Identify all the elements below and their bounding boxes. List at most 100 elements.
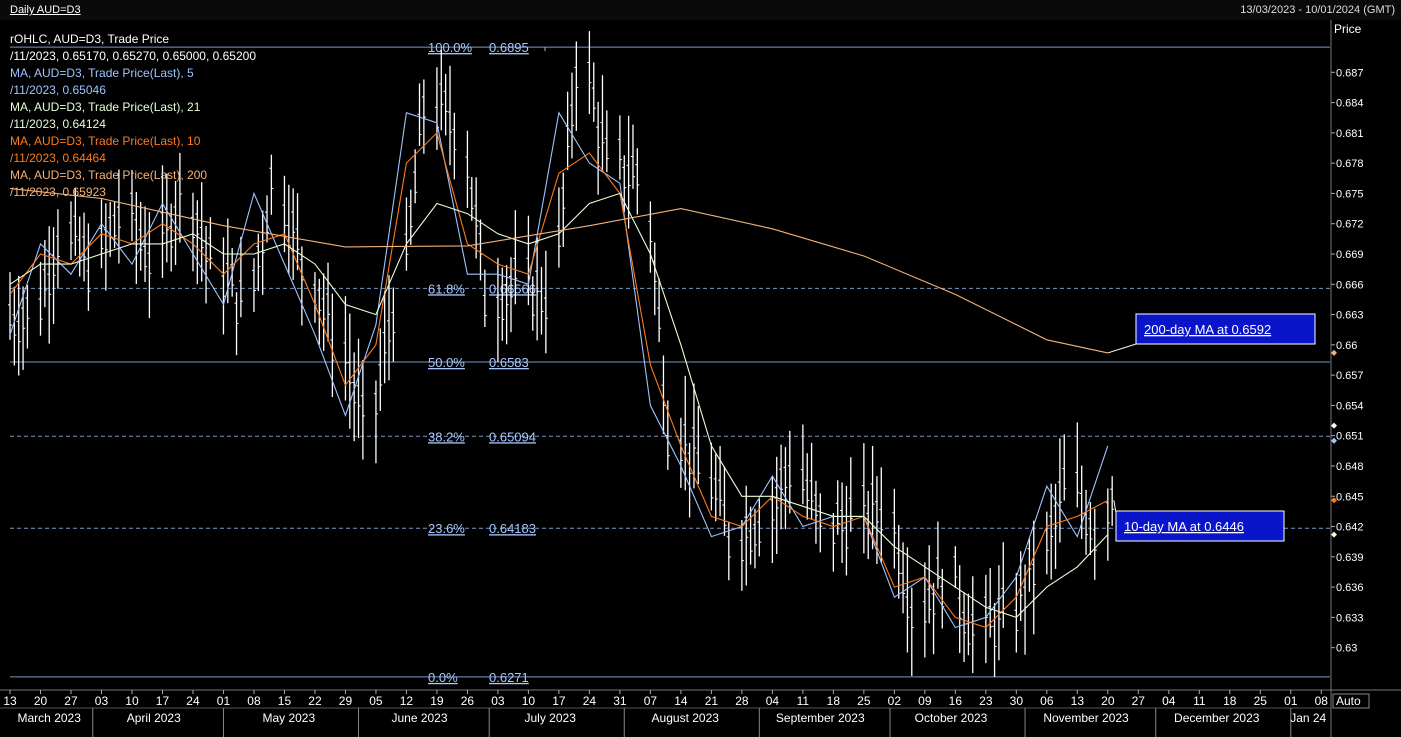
- fib-value-label[interactable]: 0.6271: [489, 670, 529, 685]
- x-tick-label: 01: [217, 694, 231, 708]
- y-tick-label: 0.63: [1336, 643, 1357, 655]
- ma200-callout-text[interactable]: 200-day MA at 0.6592: [1144, 322, 1271, 337]
- y-tick-label: 0.66: [1336, 340, 1357, 352]
- x-tick-label: 08: [1315, 694, 1329, 708]
- y-tick-label: 0.648: [1336, 461, 1364, 473]
- y-tick-label: 0.642: [1336, 522, 1364, 534]
- fib-value-label[interactable]: 0.6583: [489, 355, 529, 370]
- month-label: May 2023: [262, 711, 315, 725]
- fib-value-label[interactable]: 0.6895: [489, 40, 529, 55]
- x-tick-label: 07: [644, 694, 658, 708]
- x-tick-label: 20: [1101, 694, 1115, 708]
- x-tick-label: 27: [1132, 694, 1146, 708]
- month-label: August 2023: [652, 711, 720, 725]
- legend-line[interactable]: /11/2023, 0.64124: [10, 117, 106, 131]
- month-label: July 2023: [525, 711, 577, 725]
- legend-line[interactable]: /11/2023, 0.64464: [10, 151, 106, 165]
- month-label: April 2023: [127, 711, 181, 725]
- x-tick-label: 10: [522, 694, 536, 708]
- x-tick-label: 05: [369, 694, 383, 708]
- x-tick-label: 01: [1284, 694, 1298, 708]
- x-tick-label: 08: [247, 694, 261, 708]
- x-tick-label: 25: [857, 694, 871, 708]
- chart-header: Daily AUD=D3 13/03/2023 - 10/01/2024 (GM…: [0, 0, 1401, 21]
- x-tick-label: 12: [400, 694, 414, 708]
- legend-line[interactable]: MA, AUD=D3, Trade Price(Last), 10: [10, 134, 201, 148]
- x-tick-label: 13: [1071, 694, 1085, 708]
- legend-line[interactable]: MA, AUD=D3, Trade Price(Last), 5: [10, 66, 194, 80]
- y-tick-label: 0.678: [1336, 158, 1364, 170]
- price-chart[interactable]: PriceAuto 100.0% 0.689561.8% 0.6656650.0% 0…: [0, 20, 1401, 737]
- x-tick-label: 02: [888, 694, 902, 708]
- legend-line[interactable]: MA, AUD=D3, Trade Price(Last), 200: [10, 168, 207, 182]
- x-tick-label: 14: [674, 694, 688, 708]
- legend-line[interactable]: /11/2023, 0.65170, 0.65270, 0.65000, 0.6…: [10, 49, 256, 63]
- month-label: March 2023: [18, 711, 82, 725]
- x-tick-label: 18: [827, 694, 841, 708]
- chart-title[interactable]: Daily AUD=D3: [10, 4, 81, 16]
- month-label: Jan 24: [1290, 711, 1326, 725]
- y-tick-label: 0.669: [1336, 249, 1364, 261]
- price-axis-title: Price: [1334, 22, 1362, 36]
- x-tick-label: 03: [95, 694, 109, 708]
- y-tick-label: 0.639: [1336, 552, 1364, 564]
- x-tick-label: 27: [64, 694, 78, 708]
- x-tick-label: 18: [1223, 694, 1237, 708]
- x-tick-label: 17: [552, 694, 566, 708]
- fib-value-label[interactable]: 0.64183: [489, 521, 536, 536]
- x-tick-label: 09: [918, 694, 932, 708]
- x-tick-label: 19: [430, 694, 444, 708]
- x-tick-label: 23: [979, 694, 993, 708]
- x-tick-label: 10: [125, 694, 139, 708]
- legend-line[interactable]: /11/2023, 0.65046: [10, 83, 106, 97]
- y-tick-label: 0.672: [1336, 219, 1364, 231]
- x-tick-label: 21: [705, 694, 719, 708]
- legend-line[interactable]: rOHLC, AUD=D3, Trade Price: [10, 32, 169, 46]
- x-tick-label: 30: [1010, 694, 1024, 708]
- x-tick-label: 24: [186, 694, 200, 708]
- y-tick-label: 0.654: [1336, 400, 1364, 412]
- month-label: September 2023: [776, 711, 865, 725]
- fib-pct-label[interactable]: 0.0%: [428, 670, 458, 685]
- fib-pct-label[interactable]: 50.0%: [428, 355, 465, 370]
- x-tick-label: 25: [1254, 694, 1268, 708]
- y-tick-label: 0.651: [1336, 431, 1364, 443]
- ma10-callout-text[interactable]: 10-day MA at 0.6446: [1124, 519, 1244, 534]
- x-tick-label: 13: [3, 694, 17, 708]
- fib-pct-label[interactable]: 100.0%: [428, 40, 473, 55]
- legend-line[interactable]: MA, AUD=D3, Trade Price(Last), 21: [10, 100, 201, 114]
- y-tick-label: 0.675: [1336, 188, 1364, 200]
- fib-value-label[interactable]: 0.65094: [489, 429, 536, 444]
- x-tick-label: 16: [949, 694, 963, 708]
- fib-pct-label[interactable]: 23.6%: [428, 521, 465, 536]
- y-tick-label: 0.687: [1336, 67, 1364, 79]
- date-range: 13/03/2023 - 10/01/2024 (GMT): [1240, 4, 1395, 16]
- month-label: October 2023: [915, 711, 988, 725]
- x-tick-label: 28: [735, 694, 749, 708]
- x-tick-label: 15: [278, 694, 292, 708]
- y-tick-label: 0.666: [1336, 279, 1364, 291]
- y-tick-label: 0.663: [1336, 310, 1364, 322]
- fib-pct-label[interactable]: 61.8%: [428, 281, 465, 296]
- auto-scale-label[interactable]: Auto: [1336, 694, 1361, 708]
- y-tick-label: 0.633: [1336, 612, 1364, 624]
- y-tick-label: 0.657: [1336, 370, 1364, 382]
- y-tick-label: 0.684: [1336, 98, 1364, 110]
- x-tick-label: 06: [1040, 694, 1054, 708]
- fib-pct-label[interactable]: 38.2%: [428, 429, 465, 444]
- x-tick-label: 24: [583, 694, 597, 708]
- month-label: December 2023: [1174, 711, 1260, 725]
- y-tick-label: 0.681: [1336, 128, 1364, 140]
- x-tick-label: 31: [613, 694, 627, 708]
- y-tick-label: 0.645: [1336, 491, 1364, 503]
- month-label: November 2023: [1043, 711, 1129, 725]
- x-tick-label: 11: [1193, 694, 1206, 708]
- x-tick-label: 26: [461, 694, 475, 708]
- month-label: June 2023: [391, 711, 447, 725]
- legend-line[interactable]: /11/2023, 0.65923: [10, 185, 106, 199]
- x-tick-label: 03: [491, 694, 505, 708]
- x-tick-label: 17: [156, 694, 170, 708]
- x-tick-label: 29: [339, 694, 353, 708]
- x-tick-label: 22: [308, 694, 322, 708]
- x-tick-label: 04: [766, 694, 780, 708]
